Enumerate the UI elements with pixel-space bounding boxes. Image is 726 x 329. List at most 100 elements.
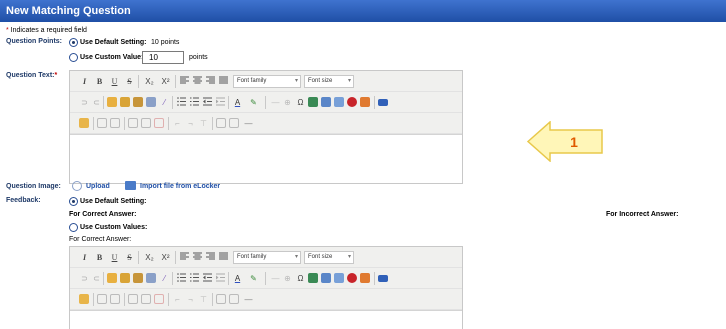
align-left-icon[interactable] [179, 76, 190, 87]
horizontal-rule-icon[interactable]: — [243, 118, 254, 129]
paste-icon[interactable] [133, 273, 143, 283]
underline-button[interactable]: U [109, 76, 120, 87]
divider-icon[interactable]: — [270, 273, 281, 284]
cell-props-icon[interactable] [110, 294, 120, 304]
special-char-icon[interactable]: Ω [295, 273, 306, 284]
media-icon[interactable] [334, 273, 344, 283]
numbered-list-icon[interactable] [189, 97, 200, 108]
copy-icon[interactable] [120, 97, 130, 107]
text-color-icon[interactable]: A [232, 97, 243, 108]
align-left-icon[interactable] [179, 252, 190, 263]
points-default-option[interactable]: Use Default Setting: [80, 39, 147, 46]
outdent-icon[interactable] [202, 273, 213, 284]
highlight-color-icon[interactable]: ✎ [248, 97, 259, 108]
anchor-icon[interactable]: ⊕ [282, 97, 293, 108]
cell-props-icon[interactable] [110, 118, 120, 128]
youtube-icon[interactable] [360, 273, 370, 283]
box-icon[interactable] [229, 294, 239, 304]
flash-icon[interactable] [347, 273, 357, 283]
align-right-icon[interactable] [205, 76, 216, 87]
layer-icon[interactable] [216, 118, 226, 128]
split-cells-icon[interactable]: ¬ [185, 118, 196, 129]
indent-icon[interactable] [215, 273, 226, 284]
upload-link[interactable]: Upload [86, 183, 110, 190]
align-justify-icon[interactable] [218, 76, 229, 87]
bold-button[interactable]: B [94, 252, 105, 263]
paste-icon[interactable] [133, 97, 143, 107]
merge-cells-icon[interactable]: ⌐ [172, 118, 183, 129]
bullet-list-icon[interactable] [176, 273, 187, 284]
font-family-select[interactable]: Font family ▾ [233, 75, 301, 88]
feedback-custom-radio[interactable] [69, 223, 78, 232]
feedback-custom-option[interactable]: Use Custom Values: [80, 224, 147, 231]
table-props-icon[interactable] [97, 294, 107, 304]
flash-icon[interactable] [347, 97, 357, 107]
horizontal-rule-icon[interactable]: — [243, 294, 254, 305]
delete-col-icon[interactable] [154, 118, 164, 128]
box-icon[interactable] [229, 118, 239, 128]
cut-icon[interactable] [107, 97, 117, 107]
table-icon[interactable] [308, 97, 318, 107]
underline-button[interactable]: U [109, 252, 120, 263]
italic-button[interactable]: I [79, 252, 90, 263]
import-elocker-link[interactable]: Import file from eLocker [140, 183, 220, 190]
text-color-icon[interactable]: A [232, 273, 243, 284]
split-cells-icon[interactable]: ¬ [185, 294, 196, 305]
media-icon[interactable] [334, 97, 344, 107]
table-style-icon[interactable]: ⊤ [198, 294, 209, 305]
points-custom-input[interactable]: 10 [142, 51, 184, 64]
align-center-icon[interactable] [192, 76, 203, 87]
align-justify-icon[interactable] [218, 252, 229, 263]
points-default-radio[interactable] [69, 38, 78, 47]
image-icon[interactable] [321, 273, 331, 283]
merge-cells-icon[interactable]: ⌐ [172, 294, 183, 305]
source-code-icon[interactable] [378, 99, 388, 106]
upload-icon[interactable] [72, 181, 82, 191]
strikethrough-button[interactable]: S [124, 252, 135, 263]
source-code-icon[interactable] [378, 275, 388, 282]
font-size-select[interactable]: Font size ▾ [304, 75, 354, 88]
insert-row-icon[interactable] [128, 118, 138, 128]
image-icon[interactable] [321, 97, 331, 107]
table-icon[interactable] [308, 273, 318, 283]
special-char-icon[interactable]: Ω [295, 97, 306, 108]
redo-icon[interactable]: ⊂ [91, 273, 102, 284]
bullet-list-icon[interactable] [176, 97, 187, 108]
points-custom-radio[interactable] [69, 53, 78, 62]
italic-button[interactable]: I [79, 76, 90, 87]
superscript-button[interactable]: X² [159, 252, 172, 263]
subscript-button[interactable]: X₂ [143, 76, 156, 87]
insert-row-icon[interactable] [128, 294, 138, 304]
numbered-list-icon[interactable] [189, 273, 200, 284]
bold-button[interactable]: B [94, 76, 105, 87]
anchor-icon[interactable]: ⊕ [282, 273, 293, 284]
outdent-icon[interactable] [202, 97, 213, 108]
youtube-icon[interactable] [360, 97, 370, 107]
delete-row-icon[interactable] [141, 118, 151, 128]
paste-word-icon[interactable] [146, 273, 156, 283]
feedback-default-option[interactable]: Use Default Setting: [80, 198, 147, 205]
delete-col-icon[interactable] [154, 294, 164, 304]
undo-icon[interactable]: ⊃ [79, 97, 90, 108]
superscript-button[interactable]: X² [159, 76, 172, 87]
copy-icon[interactable] [120, 273, 130, 283]
table-style-icon[interactable]: ⊤ [198, 118, 209, 129]
spellcheck-icon[interactable] [79, 294, 89, 304]
delete-row-icon[interactable] [141, 294, 151, 304]
highlight-color-icon[interactable]: ✎ [248, 273, 259, 284]
align-right-icon[interactable] [205, 252, 216, 263]
font-family-select[interactable]: Font family ▾ [233, 251, 301, 264]
divider-icon[interactable]: — [270, 97, 281, 108]
indent-icon[interactable] [215, 97, 226, 108]
feedback-correct-area[interactable] [70, 310, 462, 329]
subscript-button[interactable]: X₂ [143, 252, 156, 263]
paste-word-icon[interactable] [146, 97, 156, 107]
align-center-icon[interactable] [192, 252, 203, 263]
strikethrough-button[interactable]: S [124, 76, 135, 87]
cut-icon[interactable] [107, 273, 117, 283]
table-props-icon[interactable] [97, 118, 107, 128]
elocker-icon[interactable] [125, 181, 136, 190]
cleanup-icon[interactable]: ⁄ [159, 273, 170, 284]
points-custom-option[interactable]: Use Custom Value: [80, 54, 143, 61]
redo-icon[interactable]: ⊂ [91, 97, 102, 108]
